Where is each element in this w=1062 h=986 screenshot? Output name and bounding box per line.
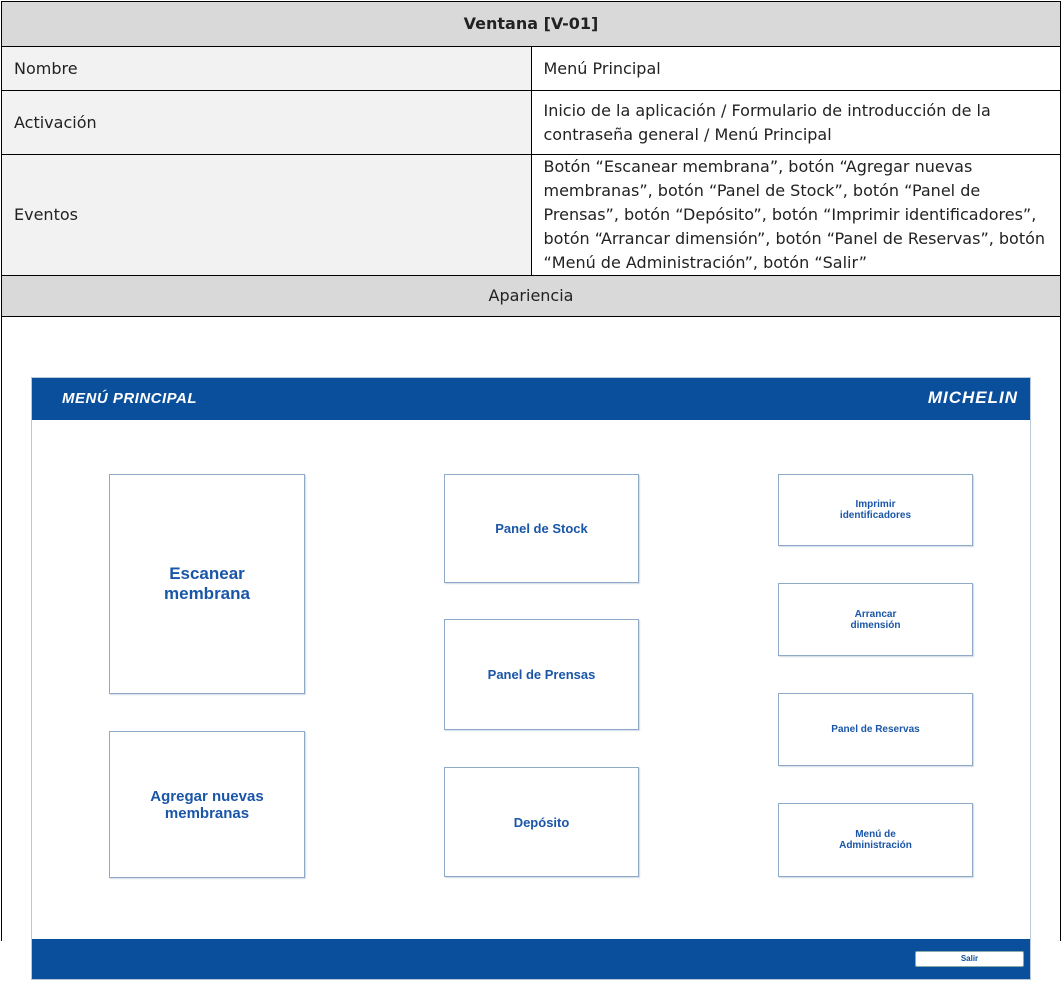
top-bar: MENÚ PRINCIPAL MICHELIN — [32, 378, 1030, 420]
row-label-activacion: Activación — [1, 90, 532, 155]
appearance-header: Apariencia — [1, 275, 1061, 317]
reserves-panel-button[interactable]: Panel de Reservas — [778, 693, 973, 766]
row-value-activacion: Inicio de la aplicación / Formulario de … — [530, 90, 1061, 155]
screen-title: MENÚ PRINCIPAL — [62, 390, 198, 407]
deposit-button[interactable]: Depósito — [444, 767, 639, 877]
row-label-nombre: Nombre — [1, 46, 532, 91]
exit-button[interactable]: Salir — [915, 951, 1024, 967]
row-value-nombre: Menú Principal — [530, 46, 1061, 91]
row-value-eventos: Botón “Escanear membrana”, botón “Agrega… — [530, 154, 1061, 276]
row-label-eventos: Eventos — [1, 154, 532, 276]
admin-menu-button[interactable]: Menú de Administración — [778, 803, 973, 877]
bottom-bar: Salir — [32, 939, 1030, 979]
spec-header: Ventana [V-01] — [1, 1, 1061, 47]
menu-screen-mockup: MENÚ PRINCIPAL MICHELIN Escanear membran… — [31, 377, 1031, 980]
add-membranes-button[interactable]: Agregar nuevas membranas — [109, 731, 305, 878]
brand-logo: MICHELIN — [927, 388, 1018, 407]
stock-panel-button[interactable]: Panel de Stock — [444, 474, 639, 583]
presses-panel-button[interactable]: Panel de Prensas — [444, 619, 639, 730]
start-dimension-button[interactable]: Arrancar dimensión — [778, 583, 973, 656]
scan-membrane-button[interactable]: Escanear membrana — [109, 474, 305, 694]
print-identifiers-button[interactable]: Imprimir identificadores — [778, 474, 973, 546]
